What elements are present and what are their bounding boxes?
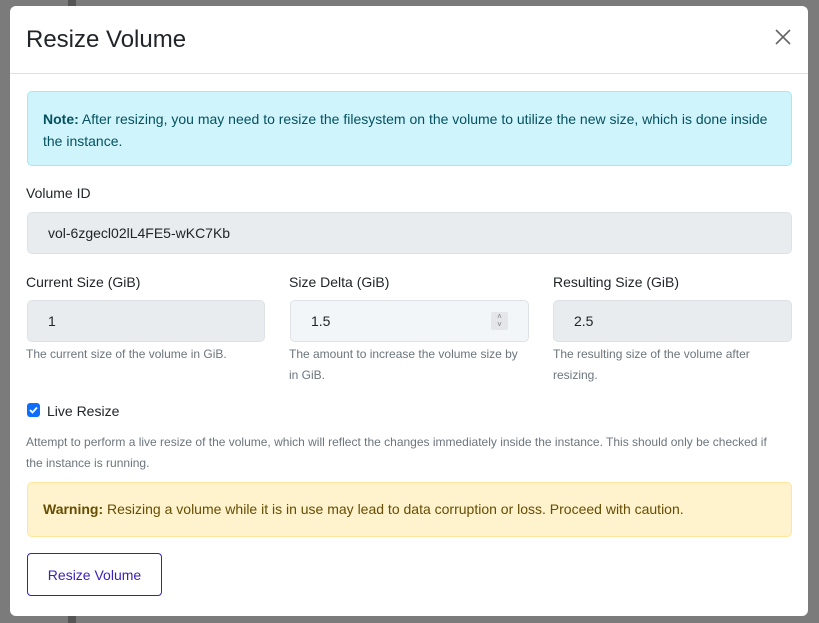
current-size-label: Current Size (GiB) bbox=[26, 274, 141, 290]
size-delta-value: 1.5 bbox=[311, 313, 331, 329]
live-resize-checkbox[interactable] bbox=[27, 403, 40, 417]
resize-volume-button[interactable]: Resize Volume bbox=[27, 553, 162, 596]
modal-title: Resize Volume bbox=[26, 26, 187, 53]
resulting-size-help: The resulting size of the volume after r… bbox=[553, 347, 750, 382]
note-text: After resizing, you may need to resize t… bbox=[43, 111, 768, 149]
warning-alert: Warning: Resizing a volume while it is i… bbox=[27, 482, 792, 537]
checkmark-icon bbox=[29, 406, 38, 414]
resulting-size-field: 2.5 bbox=[553, 300, 792, 342]
note-alert: Note: After resizing, you may need to re… bbox=[27, 91, 792, 166]
warning-text: Resizing a volume while it is in use may… bbox=[103, 501, 684, 517]
warning-label: Warning: bbox=[43, 501, 104, 517]
live-resize-label[interactable]: Live Resize bbox=[47, 403, 119, 419]
resulting-size-label: Resulting Size (GiB) bbox=[553, 274, 680, 290]
current-size-help: The current size of the volume in GiB. bbox=[26, 347, 227, 361]
volume-id-field: vol-6zgecl02lL4FE5-wKC7Kb bbox=[27, 212, 792, 254]
close-icon[interactable] bbox=[774, 28, 792, 46]
size-delta-help: The amount to increase the volume size b… bbox=[289, 347, 518, 382]
current-size-field: 1 bbox=[27, 300, 265, 342]
resize-volume-modal: Resize Volume Note: After resizing, you … bbox=[10, 6, 808, 616]
live-resize-help: Attempt to perform a live resize of the … bbox=[26, 435, 767, 470]
spinner-arrows-icon[interactable]: ˄ ˅ bbox=[491, 312, 508, 330]
modal-header: Resize Volume bbox=[10, 6, 808, 74]
size-delta-label: Size Delta (GiB) bbox=[289, 274, 390, 290]
note-label: Note: bbox=[43, 111, 79, 127]
volume-id-label: Volume ID bbox=[26, 185, 91, 201]
size-delta-input[interactable]: 1.5 ˄ ˅ bbox=[290, 300, 529, 342]
